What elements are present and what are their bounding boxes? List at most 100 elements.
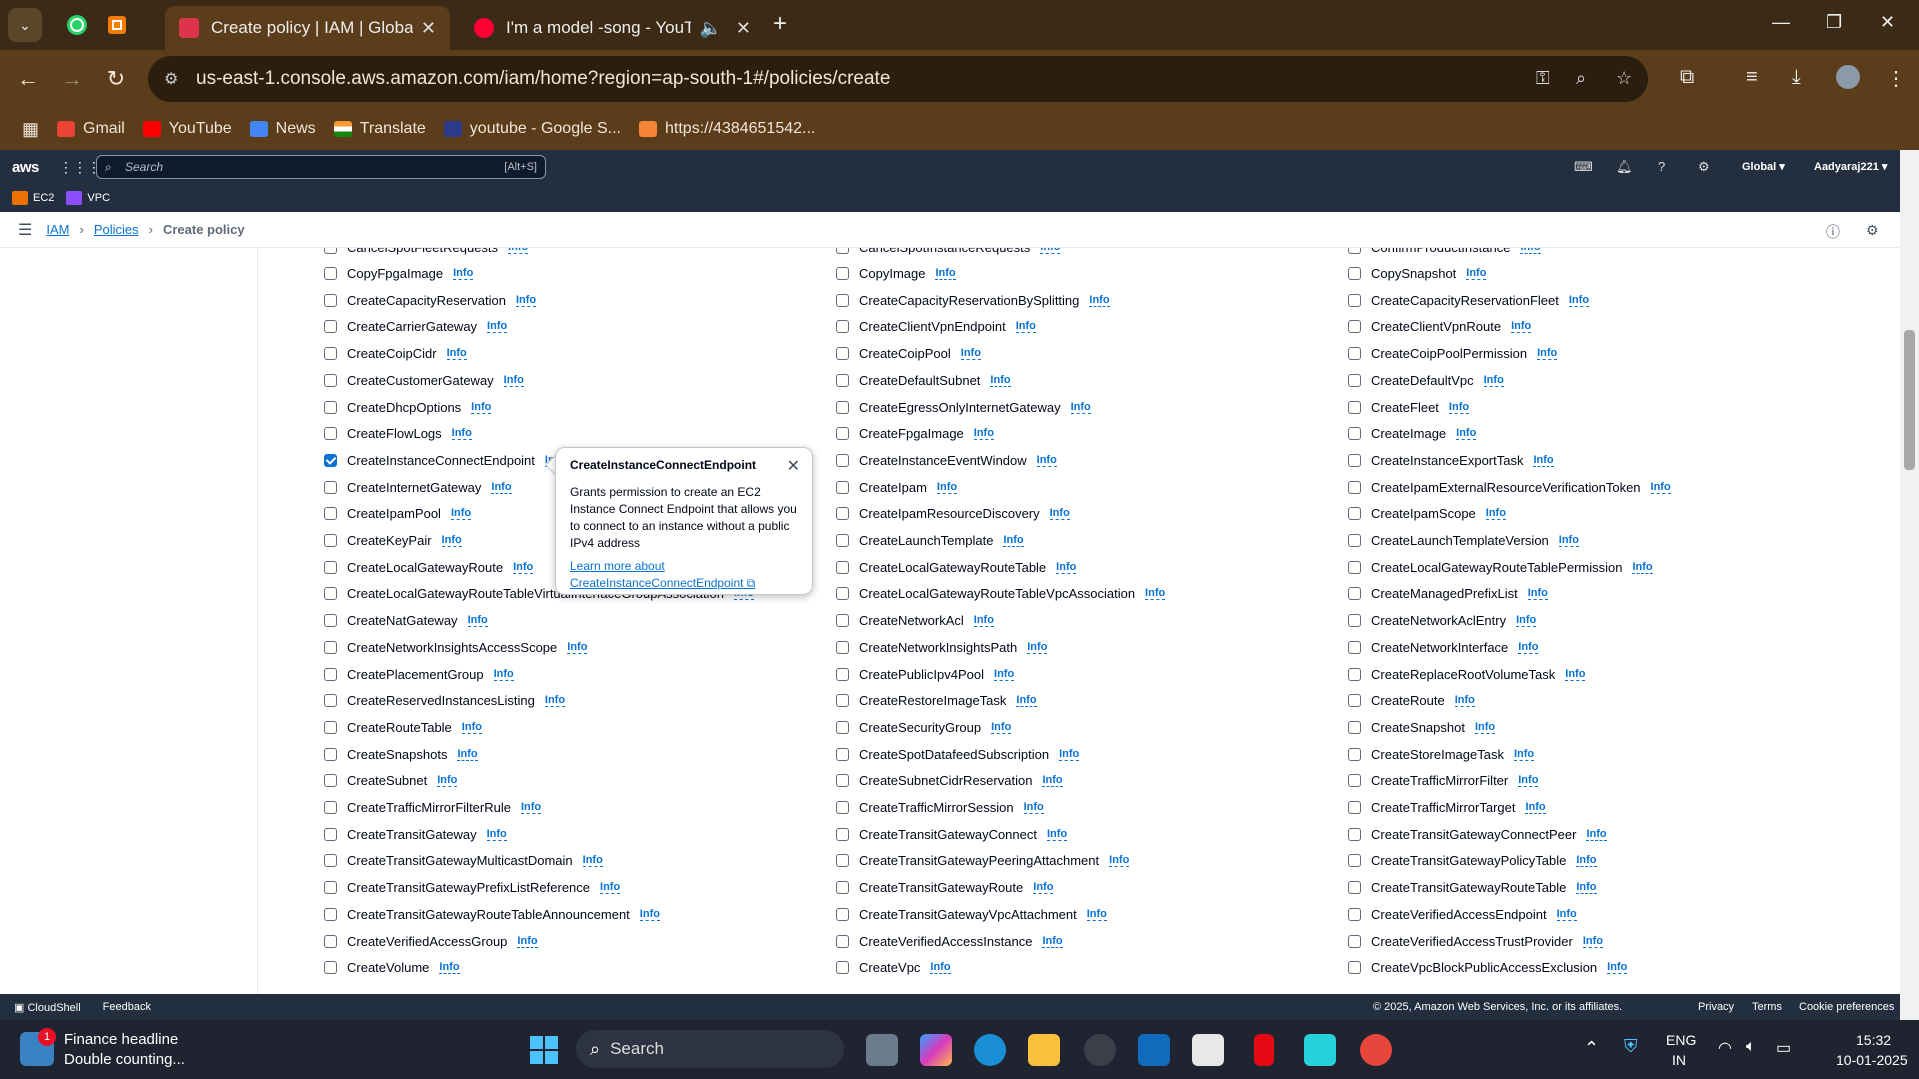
action-checkbox-row[interactable]: CreateVerifiedAccessInstance Info [836,934,1063,949]
action-label[interactable]: CreateIpam [859,480,927,495]
info-link[interactable]: Info [1558,534,1579,547]
action-checkbox[interactable] [836,587,849,601]
action-checkbox-row[interactable]: CancelSpotInstanceRequests Info [836,248,1061,255]
settings-gear-icon[interactable]: ⚙ [1698,159,1710,175]
action-label[interactable]: CreateRouteTable [347,720,452,735]
info-link[interactable]: Info [467,614,488,628]
action-checkbox[interactable] [1348,320,1361,334]
action-checkbox[interactable] [1348,587,1361,601]
action-checkbox[interactable] [324,801,337,814]
action-checkbox[interactable] [324,320,337,334]
action-label[interactable]: CopySnapshot [1371,266,1456,281]
info-link[interactable]: Info [960,347,981,361]
close-icon[interactable]: ✕ [787,456,800,476]
info-link[interactable]: Info [446,347,467,361]
action-label[interactable]: CreateTransitGateway [347,827,477,842]
info-link[interactable]: Info [1485,507,1506,521]
extensions-icon[interactable]: ⧉ [1680,66,1694,89]
cloudshell-icon[interactable]: ⌨ [1574,159,1593,175]
info-link[interactable]: Info [600,881,621,895]
action-checkbox-row[interactable]: CreateTransitGatewayRoute Info [836,880,1054,895]
info-link[interactable]: Info [461,721,482,734]
action-checkbox[interactable] [836,293,849,307]
action-checkbox-row[interactable]: CreateReservedInstancesListing Info [324,693,566,708]
info-link[interactable]: Info [1003,534,1024,547]
action-checkbox[interactable] [324,453,337,467]
action-label[interactable]: CreateReplaceRootVolumeTask [1371,667,1555,682]
action-checkbox[interactable] [324,560,337,574]
media-control-icon[interactable]: ≡ [1746,66,1758,89]
action-label[interactable]: CreateNetworkInsightsAccessScope [347,640,557,655]
language-indicator[interactable]: ENG [1666,1032,1696,1048]
info-link[interactable]: Info [1023,801,1044,814]
action-checkbox-row[interactable]: CreatePublicIpv4Pool Info [836,667,1015,682]
action-label[interactable]: CreateTransitGatewayVpcAttachment [859,907,1077,922]
info-link[interactable]: Info [1016,694,1037,708]
info-link[interactable]: Info [486,828,507,841]
action-checkbox[interactable] [836,373,849,387]
action-checkbox[interactable] [836,347,849,361]
action-label[interactable]: CreateFleet [1371,400,1439,415]
widget-headline[interactable]: Finance headline [64,1031,178,1048]
info-link[interactable]: Info [1607,961,1628,975]
password-key-icon[interactable]: ⚿ [1536,68,1550,89]
info-link[interactable]: Info [1525,801,1546,814]
info-link[interactable]: Info [1576,881,1597,895]
action-checkbox[interactable] [836,720,849,734]
info-link[interactable]: Info [1533,454,1554,467]
info-link[interactable]: Info [973,614,994,628]
action-label[interactable]: CreateSubnet [347,773,427,788]
action-checkbox[interactable] [836,534,849,547]
action-checkbox-row[interactable]: CreateVolume Info [324,960,460,975]
netflix-icon[interactable] [1254,1034,1274,1066]
action-label[interactable]: CreateCapacityReservation [347,293,506,308]
action-checkbox-row[interactable]: CreateLaunchTemplate Info [836,533,1024,548]
action-checkbox[interactable] [1348,267,1361,280]
action-checkbox[interactable] [324,427,337,441]
action-label[interactable]: CreateNetworkInsightsPath [859,640,1017,655]
bookmark-news[interactable]: News [249,120,316,138]
action-checkbox-row[interactable]: CreateCapacityReservationFleet Info [1348,293,1590,308]
action-label[interactable]: CreateTrafficMirrorTarget [1371,800,1515,815]
action-checkbox[interactable] [1348,747,1361,761]
breadcrumb-policies[interactable]: Policies [94,222,139,237]
info-link[interactable]: Info [1056,561,1077,574]
action-checkbox-row[interactable]: CreateSubnetCidrReservation Info [836,773,1063,788]
action-label[interactable]: CreateTransitGatewayConnect [859,827,1037,842]
action-checkbox-row[interactable]: CreateSnapshots Info [324,747,478,762]
info-link[interactable]: Info [517,935,538,948]
info-link[interactable]: Info [487,320,508,334]
action-label[interactable]: CreateFlowLogs [347,426,442,441]
action-checkbox[interactable] [1348,560,1361,574]
action-checkbox-row[interactable]: CreateTransitGatewayRouteTable Info [1348,880,1597,895]
info-link[interactable]: Info [994,668,1015,681]
action-checkbox-row[interactable]: CreateTransitGatewayPrefixListReference I… [324,880,621,895]
action-checkbox[interactable] [836,507,849,521]
action-label[interactable]: CreateEgressOnlyInternetGateway [859,400,1061,415]
action-checkbox-row[interactable]: CreateLaunchTemplateVersion Info [1348,533,1579,548]
scrollbar-thumb[interactable] [1904,330,1915,470]
action-checkbox[interactable] [1348,881,1361,895]
chrome-menu-icon[interactable]: ⋮ [1886,66,1906,91]
info-link[interactable]: Info [437,774,458,788]
action-checkbox[interactable] [1348,774,1361,788]
action-label[interactable]: CreateIpamPool [347,506,441,521]
action-checkbox[interactable] [836,854,849,868]
action-checkbox[interactable] [1348,961,1361,975]
security-shield-icon[interactable]: ⛨ [1624,1036,1638,1057]
action-checkbox-row[interactable]: CreateImage Info [1348,426,1477,441]
page-scrollbar[interactable] [1900,150,1919,1020]
action-checkbox[interactable] [1348,534,1361,547]
info-link[interactable]: Info [493,668,514,681]
info-link[interactable]: Info [1582,935,1603,948]
site-info-icon[interactable]: ⚙ [164,69,178,89]
info-link[interactable]: Info [1483,374,1504,387]
action-checkbox-row[interactable]: CreateCoipCidr Info [324,346,467,361]
action-checkbox-row[interactable]: CreateLocalGatewayRouteTableVpcAssociati… [836,586,1166,601]
info-link[interactable]: Info [1089,294,1110,307]
action-checkbox[interactable] [1348,347,1361,361]
action-checkbox-row[interactable]: CreateNetworkAclEntry Info [1348,613,1537,628]
action-checkbox[interactable] [1348,801,1361,814]
action-checkbox[interactable] [836,907,849,921]
info-link[interactable]: Info [1145,587,1166,601]
